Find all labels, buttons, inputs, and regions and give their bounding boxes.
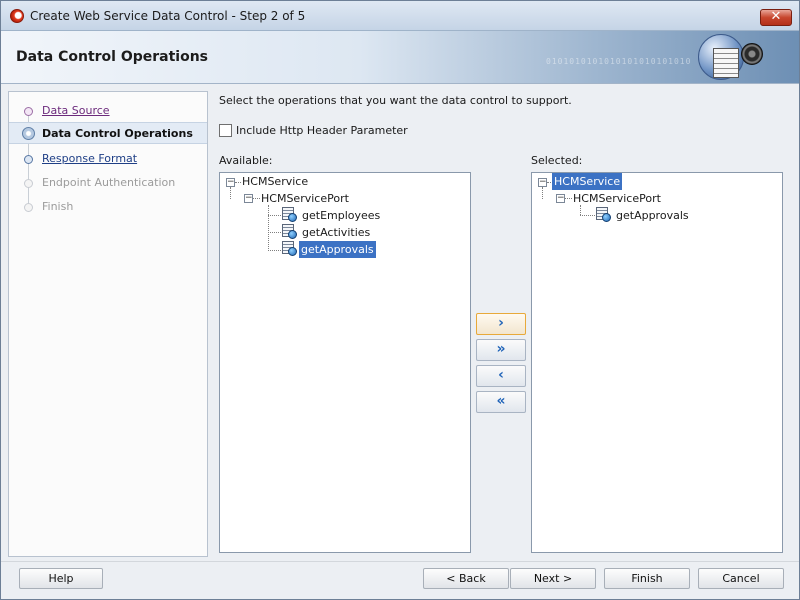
collapse-icon[interactable]: − — [244, 194, 253, 203]
step-disabled-icon — [24, 179, 33, 188]
operation-icon — [282, 207, 297, 222]
next-button[interactable]: Next > — [510, 568, 596, 589]
tree-node-service[interactable]: HCMService — [240, 173, 310, 190]
step-visited-icon — [24, 107, 33, 116]
checkbox-label[interactable]: Include Http Header Parameter — [236, 124, 408, 137]
finish-button[interactable]: Finish — [604, 568, 690, 589]
step-endpoint-authentication: Endpoint Authentication — [9, 172, 207, 194]
available-tree[interactable]: − HCMService − HCMServicePort getEmploye… — [219, 172, 471, 553]
step-label: Endpoint Authentication — [42, 176, 176, 189]
close-button[interactable]: ✕ — [760, 9, 792, 26]
move-selected-button[interactable]: › — [476, 313, 526, 335]
collapse-icon[interactable]: − — [538, 178, 547, 187]
step-disabled-icon — [24, 203, 33, 212]
film-reel-icon — [741, 43, 763, 65]
step-response-format[interactable]: Response Format — [9, 148, 207, 170]
tree-node-operation[interactable]: getApprovals — [614, 207, 691, 224]
title-bar: Create Web Service Data Control - Step 2… — [1, 1, 799, 31]
instruction-text: Select the operations that you want the … — [219, 94, 572, 107]
step-label: Data Control Operations — [42, 127, 193, 140]
step-data-control-operations: Data Control Operations — [9, 122, 207, 144]
step-label: Data Source — [42, 104, 110, 117]
page-title: Data Control Operations — [16, 49, 209, 65]
tree-connector — [542, 187, 543, 199]
footer-separator — [1, 561, 799, 562]
tree-node-operation-selected[interactable]: getApprovals — [299, 241, 376, 258]
collapse-icon[interactable]: − — [556, 194, 565, 203]
wizard-window: Create Web Service Data Control - Step 2… — [0, 0, 800, 600]
cancel-button[interactable]: Cancel — [698, 568, 784, 589]
remove-selected-button[interactable]: ‹ — [476, 365, 526, 387]
header-binary-art: 0101010101010101010101010 — [546, 57, 692, 66]
selected-label: Selected: — [531, 154, 583, 167]
tree-connector — [580, 205, 581, 215]
tree-connector — [268, 232, 281, 233]
tree-node-operation[interactable]: getActivities — [300, 224, 372, 241]
collapse-icon[interactable]: − — [226, 178, 235, 187]
back-button[interactable]: < Back — [423, 568, 509, 589]
document-icon — [713, 48, 739, 78]
wizard-steps-nav: Data Source Data Control Operations Resp… — [8, 91, 208, 557]
window-title: Create Web Service Data Control - Step 2… — [30, 9, 306, 23]
step-label: Response Format — [42, 152, 138, 165]
page-header: Data Control Operations 0101010101010101… — [1, 31, 799, 84]
tree-connector — [268, 205, 269, 251]
tree-connector — [268, 250, 281, 251]
tree-connector — [230, 187, 231, 199]
operation-icon — [282, 241, 297, 256]
tree-node-operation[interactable]: getEmployees — [300, 207, 382, 224]
step-link-icon — [24, 155, 33, 164]
selected-tree[interactable]: − HCMService − HCMServicePort getApprova… — [531, 172, 783, 553]
remove-all-button[interactable]: « — [476, 391, 526, 413]
include-http-header-checkbox[interactable] — [219, 124, 232, 137]
help-button[interactable]: Help — [19, 568, 103, 589]
operation-icon — [596, 207, 611, 222]
tree-connector — [580, 215, 595, 216]
tree-connector — [268, 215, 281, 216]
step-finish: Finish — [9, 196, 207, 218]
tree-node-port[interactable]: HCMServicePort — [571, 190, 663, 207]
tree-node-service-selected[interactable]: HCMService — [552, 173, 623, 190]
step-data-source[interactable]: Data Source — [9, 100, 207, 122]
available-label: Available: — [219, 154, 273, 167]
move-all-button[interactable]: » — [476, 339, 526, 361]
tree-node-port[interactable]: HCMServicePort — [259, 190, 351, 207]
step-current-icon — [22, 127, 35, 140]
step-label: Finish — [42, 200, 74, 213]
operation-icon — [282, 224, 297, 239]
app-icon — [10, 9, 24, 23]
